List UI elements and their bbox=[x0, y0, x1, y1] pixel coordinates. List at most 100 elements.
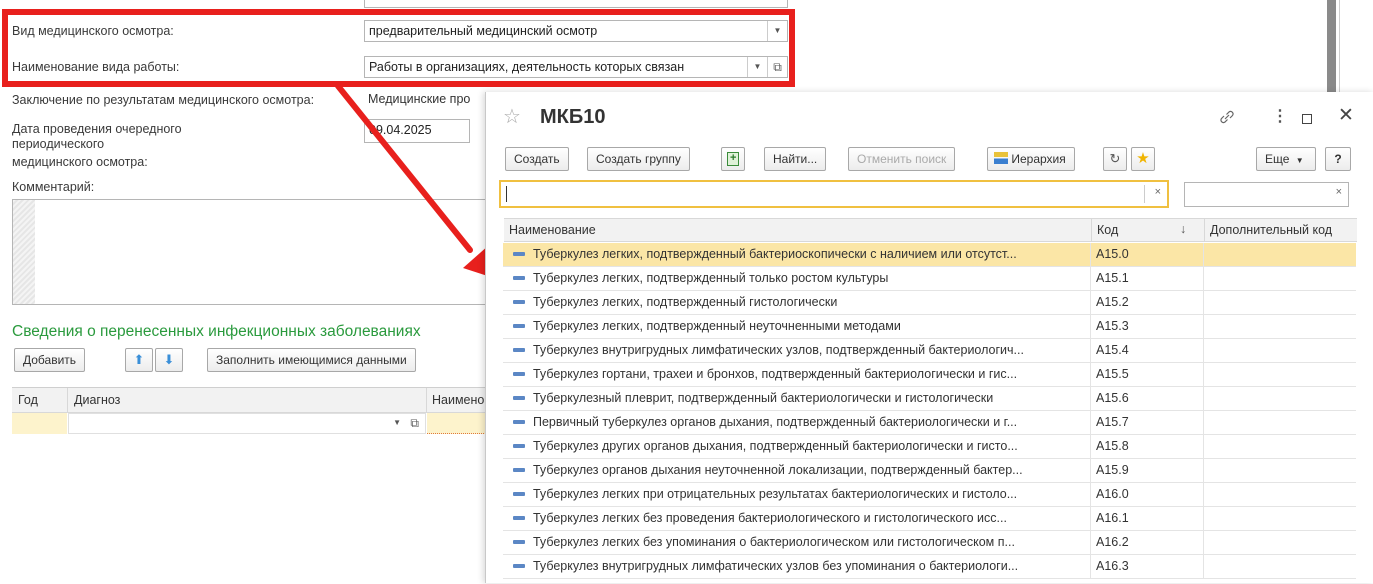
row-code: A15.6 bbox=[1096, 391, 1129, 405]
more-menu-button[interactable]: Еще ▼ bbox=[1256, 147, 1316, 171]
row-code: A15.0 bbox=[1096, 247, 1129, 261]
cell-divider bbox=[1203, 339, 1204, 362]
element-icon bbox=[513, 420, 525, 424]
secondary-search-input[interactable]: × bbox=[1184, 182, 1349, 207]
find-button[interactable]: Найти... bbox=[764, 147, 827, 171]
cell-divider bbox=[1090, 531, 1091, 554]
cell-divider bbox=[1090, 267, 1091, 290]
col-header-extra-code[interactable]: Дополнительный код bbox=[1210, 223, 1332, 237]
help-button[interactable]: ? bbox=[1325, 147, 1351, 171]
table-row[interactable]: Туберкулез легких, подтвержденный неуточ… bbox=[503, 315, 1356, 339]
hierarchy-button[interactable]: Иерархия bbox=[987, 147, 1075, 171]
table-row[interactable]: Туберкулезный плеврит, подтвержденный ба… bbox=[503, 387, 1356, 411]
cell-divider bbox=[1090, 339, 1091, 362]
row-code: A15.8 bbox=[1096, 439, 1129, 453]
cell-divider bbox=[1203, 315, 1204, 338]
row-code: A15.9 bbox=[1096, 463, 1129, 477]
row-name: Туберкулез легких, подтвержденный неуточ… bbox=[533, 319, 901, 333]
clear-icon[interactable]: × bbox=[1155, 186, 1161, 198]
col-header-code[interactable]: Код bbox=[1097, 223, 1118, 237]
row-code: A16.2 bbox=[1096, 535, 1129, 549]
hierarchy-icon bbox=[994, 152, 1008, 165]
sort-down-icon[interactable]: ↓ bbox=[1180, 222, 1186, 236]
element-icon bbox=[513, 492, 525, 496]
cell-divider bbox=[1090, 315, 1091, 338]
row-code: A15.5 bbox=[1096, 367, 1129, 381]
element-icon bbox=[513, 324, 525, 328]
copy-button[interactable]: + bbox=[721, 147, 745, 171]
star-outline-icon[interactable]: ☆ bbox=[503, 104, 521, 129]
row-name: Первичный туберкулез органов дыхания, по… bbox=[533, 415, 1018, 429]
cell-divider bbox=[1090, 435, 1091, 458]
cell-divider bbox=[1203, 531, 1204, 554]
row-name: Туберкулез легких, подтвержденный бактер… bbox=[533, 247, 1017, 261]
cell-divider bbox=[1203, 507, 1204, 530]
table-row[interactable]: Туберкулез легких без проведения бактери… bbox=[503, 507, 1356, 531]
cell-divider bbox=[1203, 411, 1204, 434]
cell-divider bbox=[1090, 291, 1091, 314]
table-row[interactable]: Туберкулез легких без упоминания о бакте… bbox=[503, 531, 1356, 555]
cell-divider bbox=[1203, 483, 1204, 506]
cell-divider bbox=[1203, 387, 1204, 410]
cell-divider bbox=[1203, 267, 1204, 290]
change-form-button[interactable]: ↻ bbox=[1103, 147, 1127, 171]
cell-divider bbox=[1090, 363, 1091, 386]
row-name: Туберкулез других органов дыхания, подтв… bbox=[533, 439, 1018, 453]
close-icon[interactable]: ✕ bbox=[1338, 104, 1354, 127]
row-code: A15.4 bbox=[1096, 343, 1129, 357]
text-cursor bbox=[506, 186, 507, 202]
copy-plus-icon: + bbox=[727, 152, 739, 166]
table-row[interactable]: Туберкулез легких, подтвержденный гистол… bbox=[503, 291, 1356, 315]
table-row[interactable]: Туберкулез органов дыхания неуточненной … bbox=[503, 459, 1356, 483]
element-icon bbox=[513, 564, 525, 568]
row-name: Туберкулез легких без проведения бактери… bbox=[533, 511, 1007, 525]
row-name: Туберкулез легких при отрицательных резу… bbox=[533, 487, 1018, 501]
create-button[interactable]: Создать bbox=[505, 147, 569, 171]
element-icon bbox=[513, 252, 525, 256]
favorites-button[interactable]: ★ bbox=[1131, 147, 1155, 171]
col-header-name[interactable]: Наименование bbox=[509, 223, 596, 237]
element-icon bbox=[513, 444, 525, 448]
table-row[interactable]: Первичный туберкулез органов дыхания, по… bbox=[503, 411, 1356, 435]
row-name: Туберкулезный плеврит, подтвержденный ба… bbox=[533, 391, 994, 405]
cell-divider bbox=[1203, 555, 1204, 578]
row-name: Туберкулез внутригрудных лимфатических у… bbox=[533, 343, 1024, 357]
search-clear-divider bbox=[1144, 185, 1145, 203]
cell-divider bbox=[1090, 483, 1091, 506]
more-vertical-icon[interactable]: ⋮ bbox=[1272, 106, 1288, 126]
cell-divider bbox=[1203, 435, 1204, 458]
row-name: Туберкулез легких, подтвержденный гистол… bbox=[533, 295, 838, 309]
element-icon bbox=[513, 372, 525, 376]
star-filled-icon: ★ bbox=[1136, 150, 1150, 167]
create-group-button[interactable]: Создать группу bbox=[587, 147, 690, 171]
search-input[interactable]: × bbox=[499, 180, 1169, 208]
cell-divider bbox=[1203, 243, 1204, 266]
cell-divider bbox=[1090, 507, 1091, 530]
row-name: Туберкулез легких, подтвержденный только… bbox=[533, 271, 889, 285]
row-code: A15.2 bbox=[1096, 295, 1129, 309]
cancel-search-button[interactable]: Отменить поиск bbox=[848, 147, 956, 171]
element-icon bbox=[513, 348, 525, 352]
table-row[interactable]: Туберкулез легких, подтвержденный только… bbox=[503, 267, 1356, 291]
row-code: A16.0 bbox=[1096, 487, 1129, 501]
table-row[interactable]: Туберкулез других органов дыхания, подтв… bbox=[503, 435, 1356, 459]
clear-icon[interactable]: × bbox=[1336, 186, 1342, 198]
table-row[interactable]: Туберкулез гортани, трахеи и бронхов, по… bbox=[503, 363, 1356, 387]
link-icon[interactable] bbox=[1218, 108, 1236, 126]
table-row[interactable]: Туберкулез внутригрудных лимфатических у… bbox=[503, 339, 1356, 363]
dialog-title: МКБ10 bbox=[540, 106, 606, 128]
table-row[interactable]: Туберкулез легких, подтвержденный бактер… bbox=[503, 243, 1356, 267]
table-row[interactable]: Туберкулез легких при отрицательных резу… bbox=[503, 483, 1356, 507]
element-icon bbox=[513, 516, 525, 520]
element-icon bbox=[513, 540, 525, 544]
cell-divider bbox=[1090, 555, 1091, 578]
table-row[interactable]: Туберкулез внутригрудных лимфатических у… bbox=[503, 555, 1356, 579]
maximize-icon[interactable] bbox=[1302, 114, 1312, 124]
element-icon bbox=[513, 276, 525, 280]
row-code: A15.1 bbox=[1096, 271, 1129, 285]
cell-divider bbox=[1090, 411, 1091, 434]
cell-divider bbox=[1090, 387, 1091, 410]
row-name: Туберкулез органов дыхания неуточненной … bbox=[533, 463, 1023, 477]
row-code: A16.1 bbox=[1096, 511, 1129, 525]
cell-divider bbox=[1203, 459, 1204, 482]
